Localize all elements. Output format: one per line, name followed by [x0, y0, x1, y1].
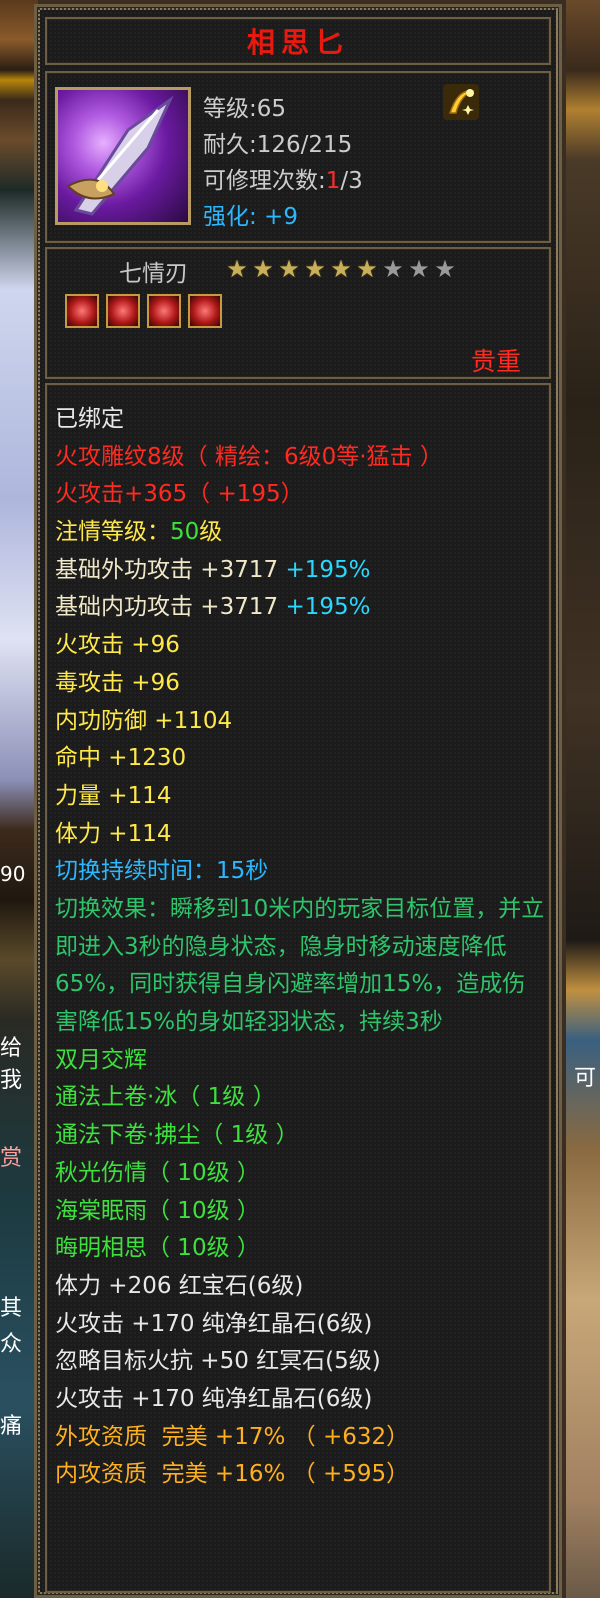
game-scene-right-edge — [566, 0, 600, 1598]
bg-fragment: 众 — [0, 1332, 23, 1357]
attribute-line: 已绑定 — [55, 401, 545, 439]
attribute-text: 切换持续时间：15秒 — [55, 858, 269, 885]
attribute-text: 注情等级： — [55, 519, 170, 546]
red-gem-socket-icon[interactable] — [65, 294, 99, 328]
attribute-text: 通法下卷·拂尘（ 1级 ） — [55, 1122, 299, 1149]
attribute-line: 基础外功攻击 +3717 +195% — [55, 552, 545, 590]
attribute-text: 切换效果：瞬移到10米内的玩家目标位置，并立即进入3秒的隐身状态，隐身时移动速度… — [55, 895, 545, 1036]
attribute-line: 通法上卷·冰（ 1级 ） — [55, 1079, 545, 1117]
star-filled-icon: ★ — [330, 255, 352, 283]
attribute-line: 注情等级：50级 — [55, 514, 545, 552]
star-filled-icon: ★ — [226, 255, 248, 283]
attribute-line: 基础内功攻击 +3717 +195% — [55, 589, 545, 627]
attribute-text: 双月交辉 — [55, 1046, 147, 1073]
attribute-text: 秋光伤情（ 10级 ） — [55, 1159, 260, 1186]
red-gem-socket-icon[interactable] — [188, 294, 222, 328]
attribute-text: 火攻击 +96 — [55, 632, 180, 659]
attribute-text: 海棠眠雨（ 10级 ） — [55, 1197, 260, 1224]
attribute-text: 外攻资质 完美 +17% （ +632） — [55, 1423, 410, 1450]
bg-fragment: 其 — [0, 1296, 23, 1321]
attribute-line: 火攻雕纹8级（ 精绘：6级0等·猛击 ） — [55, 439, 545, 477]
star-filled-icon: ★ — [356, 255, 378, 283]
attribute-text: 火攻击 +170 纯净红晶石(6级) — [55, 1310, 373, 1337]
attribute-line: 火攻击 +170 纯净红晶石(6级) — [55, 1381, 545, 1419]
sparkle-icon — [442, 83, 480, 121]
star-rating: ★ ★ ★ ★ ★ ★ ★ ★ ★ — [225, 257, 457, 283]
attribute-line: 火攻击+365（ +195） — [55, 476, 545, 514]
attribute-text: 火攻击+365（ +195） — [55, 481, 304, 508]
attribute-text: 毒攻击 +96 — [55, 669, 180, 696]
attribute-text: 体力 +114 — [55, 820, 172, 847]
attribute-line: 毒攻击 +96 — [55, 665, 545, 703]
attribute-text: 力量 +114 — [55, 782, 172, 809]
game-scene-left-text: 90 给我 赏 其 众 痛 — [0, 0, 38, 1598]
repair-stat: 可修理次数:1/3 — [203, 161, 363, 195]
attribute-text: 体力 +206 红宝石(6级) — [55, 1272, 304, 1299]
attribute-line: 晦明相思（ 10级 ） — [55, 1230, 545, 1268]
attribute-text: 内功防御 +1104 — [55, 707, 233, 734]
attribute-line: 命中 +1230 — [55, 740, 545, 778]
attribute-line: 秋光伤情（ 10级 ） — [55, 1155, 545, 1193]
repair-used: 1 — [325, 168, 341, 194]
attribute-text: 基础内功攻击 +3717 — [55, 594, 286, 621]
attribute-line: 体力 +114 — [55, 816, 545, 854]
item-tooltip: 相思匕 等级:65 耐久:126/215 可修理次数:1/3 强化: +9 七情… — [34, 4, 562, 1598]
attribute-text: +195% — [285, 594, 371, 621]
bg-fragment: 90 — [0, 862, 26, 886]
attribute-line: 海棠眠雨（ 10级 ） — [55, 1193, 545, 1231]
bg-fragment: 给我 — [0, 1036, 23, 1093]
gem-sockets — [65, 294, 222, 328]
attribute-line: 火攻击 +170 纯净红晶石(6级) — [55, 1306, 545, 1344]
red-gem-socket-icon[interactable] — [106, 294, 140, 328]
star-filled-icon: ★ — [278, 255, 300, 283]
bg-fragment: 赏 — [0, 1146, 23, 1171]
attribute-line: 通法下卷·拂尘（ 1级 ） — [55, 1117, 545, 1155]
attribute-text: 命中 +1230 — [55, 745, 187, 772]
attribute-text: 基础外功攻击 +3717 — [55, 556, 286, 583]
star-empty-icon: ★ — [434, 255, 456, 283]
attribute-text: 已绑定 — [55, 406, 124, 432]
attribute-line: 双月交辉 — [55, 1042, 545, 1080]
star-filled-icon: ★ — [304, 255, 326, 283]
item-title: 相思匕 — [246, 26, 349, 59]
attribute-line: 内功防御 +1104 — [55, 703, 545, 741]
attribute-line: 忽略目标火抗 +50 红冥石(5级) — [55, 1343, 545, 1381]
attribute-list: 已绑定火攻雕纹8级（ 精绘：6级0等·猛击 ） 火攻击+365（ +195） 注情等… — [55, 401, 545, 1494]
star-filled-icon: ★ — [252, 255, 274, 283]
star-empty-icon: ★ — [408, 255, 430, 283]
bg-fragment: 可 — [574, 1066, 597, 1091]
attribute-text: 火攻击 +170 纯净红晶石(6级) — [55, 1385, 373, 1412]
star-empty-icon: ★ — [382, 255, 404, 283]
attribute-text: +195% — [285, 556, 371, 583]
attribute-text: 晦明相思（ 10级 ） — [55, 1235, 260, 1262]
attribute-line: 火攻击 +96 — [55, 627, 545, 665]
bg-fragment: 痛 — [0, 1414, 23, 1439]
attribute-line: 切换持续时间：15秒 — [55, 853, 545, 891]
attribute-line: 内攻资质 完美 +16% （ +595） — [55, 1456, 545, 1494]
attribute-text: 忽略目标火抗 +50 红冥石(5级) — [55, 1348, 381, 1375]
attribute-line: 力量 +114 — [55, 778, 545, 816]
durability-stat: 耐久:126/215 — [203, 132, 353, 158]
attribute-text: 50 — [170, 519, 200, 546]
attribute-line: 体力 +206 红宝石(6级) — [55, 1268, 545, 1306]
repair-label: 可修理次数: — [203, 168, 326, 194]
attribute-text: 内攻资质 完美 +16% （ +595） — [55, 1461, 410, 1488]
red-gem-socket-icon[interactable] — [147, 294, 181, 328]
dagger-icon — [55, 87, 191, 225]
enhance-stat: 强化: +9 — [203, 204, 298, 230]
attribute-text: 通法上卷·冰（ 1级 ） — [55, 1084, 276, 1111]
attribute-line: 切换效果：瞬移到10米内的玩家目标位置，并立即进入3秒的隐身状态，隐身时移动速度… — [55, 891, 545, 1042]
repair-total: /3 — [340, 168, 363, 194]
level-stat: 等级:65 — [203, 96, 287, 122]
item-name: 七情刃 — [119, 261, 188, 287]
attribute-text: 级 — [199, 519, 223, 546]
rarity-label: 贵重 — [470, 347, 521, 376]
attribute-line: 外攻资质 完美 +17% （ +632） — [55, 1419, 545, 1457]
attribute-text: 火攻雕纹8级（ 精绘：6级0等·猛击 ） — [55, 443, 443, 470]
